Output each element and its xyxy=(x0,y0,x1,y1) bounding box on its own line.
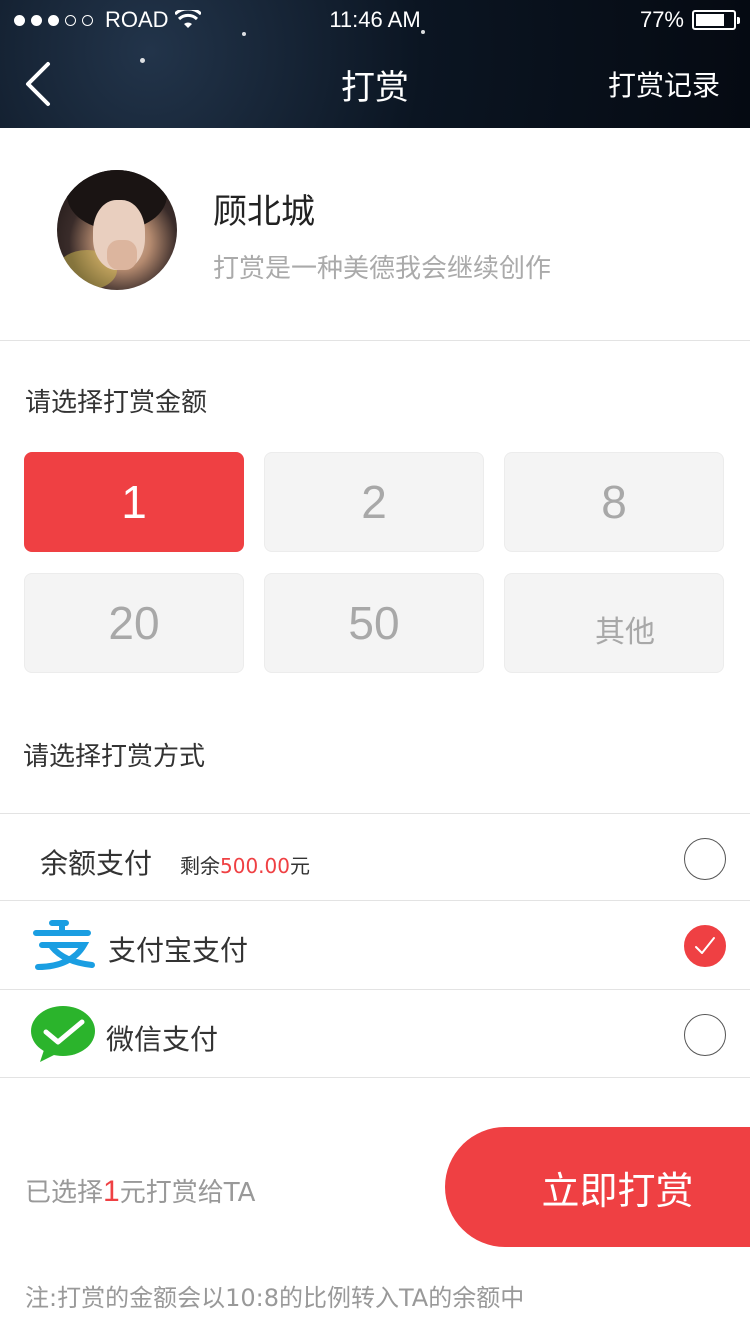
battery-status: 77% xyxy=(639,7,740,33)
payment-label: 微信支付 xyxy=(106,1023,219,1056)
balance-amount: 500.00 xyxy=(220,854,290,878)
battery-icon xyxy=(692,10,740,30)
transfer-note: 注:打赏的金额会以10:8的比例转入TA的余额中 xyxy=(25,1284,525,1312)
nav-bar: 打赏 打赏记录 xyxy=(0,40,750,128)
amount-option-other[interactable]: 其他 xyxy=(504,573,724,673)
avatar xyxy=(57,170,177,290)
profile-name: 顾北城 xyxy=(213,192,315,232)
radio-button[interactable] xyxy=(684,838,726,880)
payment-section-title: 请选择打赏方式 xyxy=(23,742,206,772)
selection-summary: 已选择1元打赏给TA xyxy=(25,1172,255,1209)
summary-amount: 1 xyxy=(103,1175,120,1208)
check-icon xyxy=(695,937,715,954)
battery-percent: 77% xyxy=(639,7,684,32)
summary-prefix: 已选择 xyxy=(25,1178,104,1208)
battery-fill xyxy=(696,14,724,26)
status-bar: ROAD 11:46 AM 77% xyxy=(0,0,750,40)
payment-option-wechat[interactable]: 微信支付 xyxy=(0,989,750,1078)
submit-reward-button[interactable]: 立即打赏 xyxy=(445,1127,750,1247)
radio-button[interactable] xyxy=(684,1014,726,1056)
amount-option-50[interactable]: 50 xyxy=(264,573,484,673)
alipay-icon xyxy=(33,920,95,970)
amount-option-2[interactable]: 2 xyxy=(264,452,484,552)
profile-card: 顾北城 打赏是一种美德我会继续创作 xyxy=(0,128,750,341)
header: ROAD 11:46 AM 77% 打赏 打赏记录 xyxy=(0,0,750,128)
radio-button-checked[interactable] xyxy=(684,925,726,967)
payment-label: 支付宝支付 xyxy=(108,934,249,967)
balance-prefix: 剩余 xyxy=(180,854,220,878)
status-time: 11:46 AM xyxy=(329,7,421,32)
balance-suffix: 元 xyxy=(289,854,310,878)
reward-history-button[interactable]: 打赏记录 xyxy=(608,64,720,104)
payment-option-alipay[interactable]: 支付宝支付 xyxy=(0,900,750,988)
summary-suffix: 元打赏给TA xyxy=(119,1178,256,1208)
wechat-icon xyxy=(31,1006,95,1062)
payment-label: 余额支付 xyxy=(40,847,153,880)
amount-option-8[interactable]: 8 xyxy=(504,452,724,552)
amount-section-title: 请选择打赏金额 xyxy=(25,388,208,418)
payment-option-balance[interactable]: 余额支付 剩余500.00元 xyxy=(0,813,750,901)
balance-remaining: 剩余500.00元 xyxy=(180,850,310,879)
profile-description: 打赏是一种美德我会继续创作 xyxy=(213,254,552,284)
amount-option-1[interactable]: 1 xyxy=(24,452,244,552)
amount-option-20[interactable]: 20 xyxy=(24,573,244,673)
